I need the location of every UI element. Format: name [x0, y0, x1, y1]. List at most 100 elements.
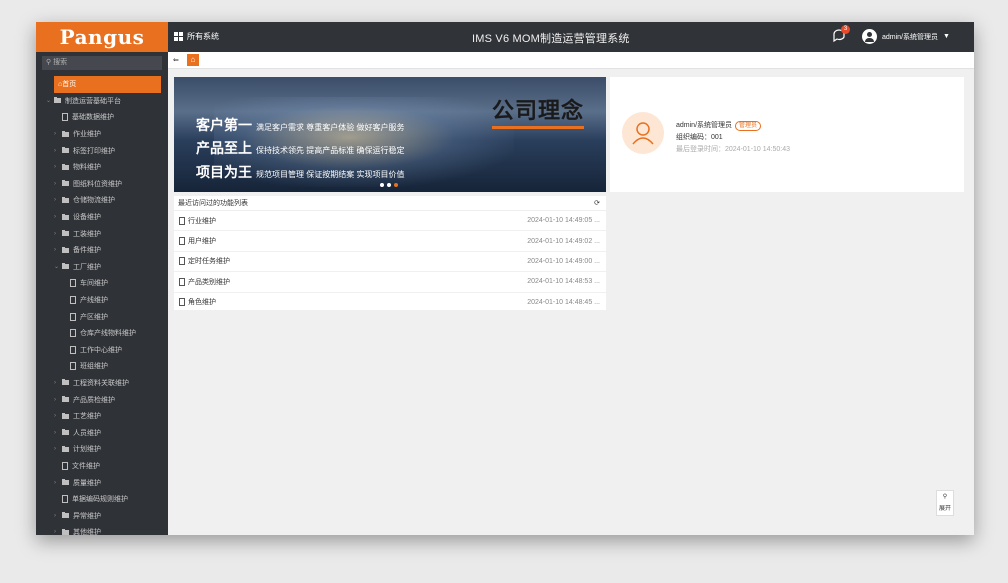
function-name-cell: 用户维护 — [179, 236, 216, 246]
sidebar-item[interactable]: › 其他维护 — [36, 524, 168, 535]
folder-icon — [62, 163, 69, 170]
function-name-cell: 产品类别维护 — [179, 277, 230, 287]
document-icon — [62, 113, 68, 122]
sidebar-item[interactable]: 产区维护 — [36, 308, 168, 325]
carousel-dot[interactable] — [387, 183, 391, 187]
sidebar-item[interactable]: › 物料维护 — [36, 159, 168, 176]
document-icon — [179, 257, 185, 266]
function-name-cell: 行业维护 — [179, 216, 216, 226]
app-title: IMS V6 MOM制造运营管理系统 — [472, 33, 630, 45]
all-systems-button[interactable]: 所有系统 — [174, 31, 219, 42]
carousel-dots — [380, 183, 398, 187]
sidebar-search-input[interactable]: ⚲ 搜索 — [42, 56, 162, 70]
sidebar-item[interactable]: › 质量维护 — [36, 474, 168, 491]
function-name-cell: 角色维护 — [179, 297, 216, 307]
carousel-dot[interactable] — [380, 183, 384, 187]
list-item[interactable]: 角色维护 2024-01-10 14:48:45 ... — [174, 293, 606, 310]
sidebar-item[interactable]: › 备件维护 — [36, 242, 168, 259]
sidebar-menu: ⌂ 首页 ⌄ 制造运营基础平台 基础数据维护 › 作业维护 › 标签打印维护 › 物料维护 › 图纸料… — [36, 76, 168, 535]
tab-bar: ⇐ ⌂ — [168, 52, 974, 69]
recent-functions-header: 最近访问过的功能列表 ⟳ — [174, 196, 606, 211]
sidebar-item-label: 制造运营基础平台 — [65, 97, 121, 105]
refresh-icon[interactable]: ⟳ — [594, 199, 600, 207]
slogan-1: 客户第一 满足客户需求 尊重客户体验 做好客户服务 — [196, 115, 404, 135]
sidebar-item-label: 异常维护 — [73, 512, 101, 520]
top-bar: Pangus 所有系统 IMS V6 MOM制造运营管理系统 3 admin/系… — [36, 22, 974, 52]
sidebar-item[interactable]: 文件维护 — [36, 458, 168, 475]
logo[interactable]: Pangus — [36, 22, 168, 52]
document-icon — [70, 312, 76, 321]
sidebar-item-label: 工厂维护 — [73, 263, 101, 271]
slogan-3-main: 项目为王 — [196, 164, 252, 180]
list-item[interactable]: 用户维护 2024-01-10 14:49:02 ... — [174, 231, 606, 252]
chevron-right-icon: › — [54, 230, 56, 237]
sidebar-item[interactable]: ⌄ 制造运营基础平台 — [36, 93, 168, 110]
sidebar-item[interactable]: › 工程资料关联维护 — [36, 375, 168, 392]
slogan-1-main: 客户第一 — [196, 117, 252, 133]
banner-carousel[interactable]: 公司理念 客户第一 满足客户需求 尊重客户体验 做好客户服务 产品至上 保持技术领先… — [174, 77, 606, 192]
chevron-right-icon: › — [54, 446, 56, 453]
recent-functions-title: 最近访问过的功能列表 — [178, 200, 248, 207]
sidebar-item[interactable]: 车间维护 — [36, 275, 168, 292]
list-item[interactable]: 行业维护 2024-01-10 14:49:05 ... — [174, 211, 606, 232]
slogan-2: 产品至上 保持技术领先 提高产品标准 确保运行稳定 — [196, 138, 404, 158]
chevron-right-icon: › — [54, 247, 56, 254]
chevron-right-icon: › — [54, 479, 56, 486]
sidebar: ⚲ 搜索 ⌂ 首页 ⌄ 制造运营基础平台 基础数据维护 › 作业维护 › 标签打印维护 › 物料维… — [36, 52, 168, 535]
folder-icon — [54, 97, 61, 104]
sidebar-item-label: 首页 — [62, 81, 77, 89]
sidebar-item[interactable]: › 仓储物流维护 — [36, 192, 168, 209]
chevron-right-icon: › — [54, 147, 56, 154]
sidebar-item-label: 文件维护 — [72, 462, 100, 470]
carousel-dot-active[interactable] — [394, 183, 398, 187]
sidebar-item-label: 作业维护 — [73, 131, 101, 139]
expand-button[interactable]: ⚲ 展开 — [936, 490, 954, 516]
access-time: 2024-01-10 14:49:00 ... — [527, 257, 600, 265]
profile-info: admin/系统管理员 管理员 组织编码：001 最后登录时间：2024-01-1… — [676, 120, 790, 156]
sidebar-item[interactable]: › 图纸料位资维护 — [36, 176, 168, 193]
document-icon — [62, 461, 68, 470]
document-icon — [179, 237, 185, 246]
sidebar-item[interactable]: › 人员维护 — [36, 424, 168, 441]
sidebar-item[interactable]: › 产品质检维护 — [36, 391, 168, 408]
profile-name: admin/系统管理员 — [676, 122, 733, 129]
list-item[interactable]: 产品类别维护 2024-01-10 14:48:53 ... — [174, 272, 606, 293]
document-icon — [179, 298, 185, 307]
folder-icon — [62, 263, 69, 270]
document-icon — [179, 216, 185, 225]
function-name: 用户维护 — [188, 238, 216, 246]
chevron-right-icon: › — [54, 512, 56, 519]
sidebar-item[interactable]: › 设备维护 — [36, 209, 168, 226]
chevron-right-icon: › — [54, 396, 56, 403]
avatar — [622, 112, 664, 154]
sidebar-item[interactable]: 仓库产线物料维护 — [36, 325, 168, 342]
sidebar-item[interactable]: 产线维护 — [36, 292, 168, 309]
sidebar-item[interactable]: › 作业维护 — [36, 126, 168, 143]
sidebar-item-label: 其他维护 — [73, 529, 101, 535]
list-item[interactable]: 定时任务维护 2024-01-10 14:49:00 ... — [174, 252, 606, 273]
collapse-menu-icon[interactable]: ⇐ — [173, 56, 179, 64]
chevron-down-icon: ⌄ — [46, 98, 52, 105]
sidebar-item[interactable]: 单据编码规则维护 — [36, 491, 168, 508]
sidebar-item-label: 质量维护 — [73, 479, 101, 487]
sidebar-item[interactable]: › 计划维护 — [36, 441, 168, 458]
sidebar-item[interactable]: › 工艺维护 — [36, 408, 168, 425]
org-code: 组织编码：001 — [676, 134, 723, 141]
sidebar-item[interactable]: › 异常维护 — [36, 507, 168, 524]
sidebar-item[interactable]: › 标签打印维护 — [36, 142, 168, 159]
user-menu[interactable]: admin/系统管理员 ▼ — [862, 29, 950, 44]
recent-functions-panel: 最近访问过的功能列表 ⟳ 行业维护 2024-01-10 14:49:05 ...… — [174, 196, 606, 310]
sidebar-item[interactable]: ⌄ 工厂维护 — [36, 259, 168, 276]
sidebar-item[interactable]: ⌂ 首页 — [54, 76, 161, 93]
sidebar-item[interactable]: 基础数据维护 — [36, 109, 168, 126]
folder-icon — [62, 130, 69, 137]
document-icon — [70, 345, 76, 354]
function-name-cell: 定时任务维护 — [179, 256, 230, 266]
sidebar-item[interactable]: › 工装维护 — [36, 225, 168, 242]
tab-home[interactable]: ⌂ — [186, 54, 199, 66]
sidebar-item[interactable]: 班组维护 — [36, 358, 168, 375]
sidebar-item-label: 备件维护 — [73, 247, 101, 255]
sidebar-item[interactable]: 工作中心维护 — [36, 342, 168, 359]
chevron-right-icon: › — [54, 214, 56, 221]
user-profile-card: admin/系统管理员 管理员 组织编码：001 最后登录时间：2024-01-1… — [610, 77, 964, 192]
